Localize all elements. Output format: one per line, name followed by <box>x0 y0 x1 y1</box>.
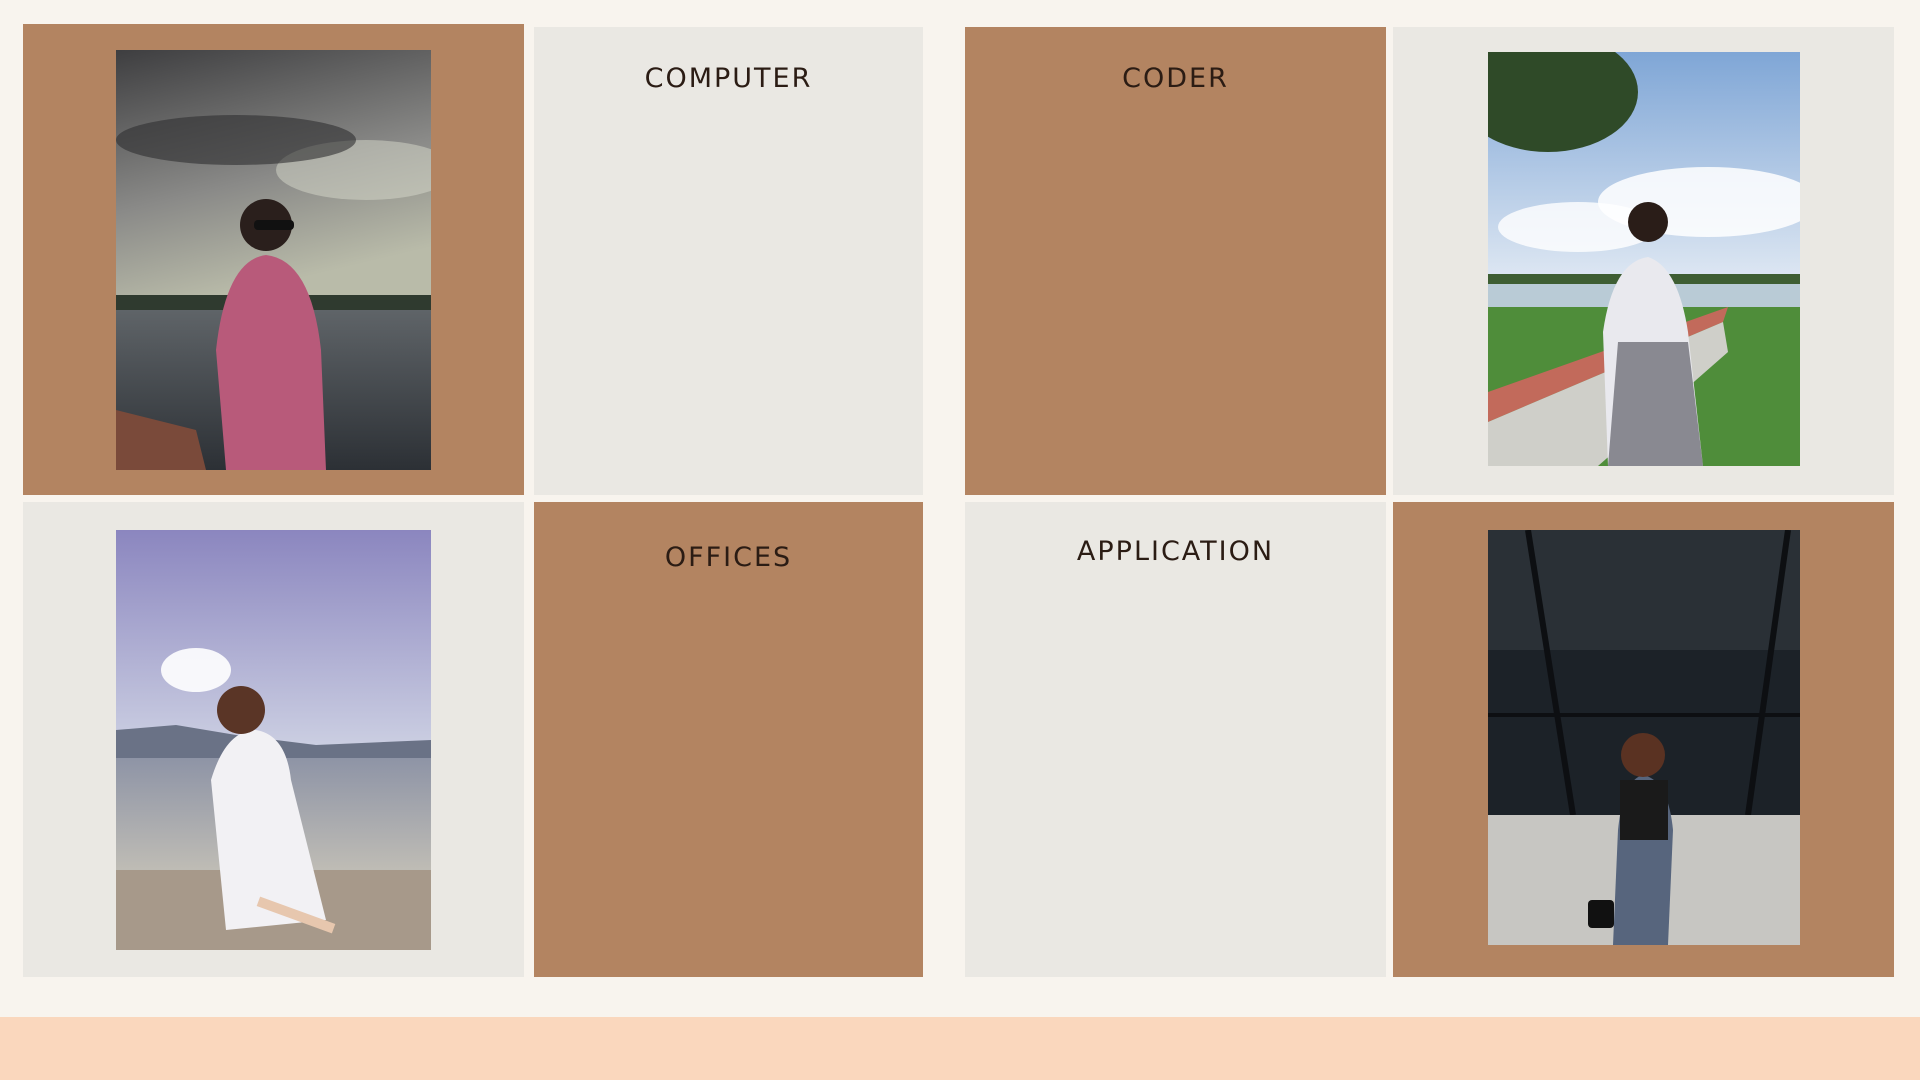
photo-lake-overcast[interactable] <box>116 50 431 470</box>
label-computer: COMPUTER <box>644 63 813 94</box>
label-application: APPLICATION <box>1076 536 1275 567</box>
photo-tile-4 <box>1393 502 1894 977</box>
photo-tile-1 <box>23 24 524 495</box>
photo-glass-wall[interactable] <box>1488 530 1800 945</box>
photo-beach[interactable] <box>116 530 431 950</box>
label-tile-computer[interactable]: COMPUTER <box>534 27 923 495</box>
label-tile-offices[interactable]: OFFICES <box>534 502 923 977</box>
label-tile-application[interactable]: APPLICATION <box>965 502 1386 977</box>
photo-tile-3 <box>23 502 524 977</box>
label-coder: CODER <box>1122 63 1229 94</box>
photo-bench-lake[interactable] <box>1488 52 1800 466</box>
label-tile-coder[interactable]: CODER <box>965 27 1386 495</box>
photo-tile-2 <box>1393 27 1894 495</box>
footer-band <box>0 1017 1920 1080</box>
label-offices: OFFICES <box>664 542 793 573</box>
